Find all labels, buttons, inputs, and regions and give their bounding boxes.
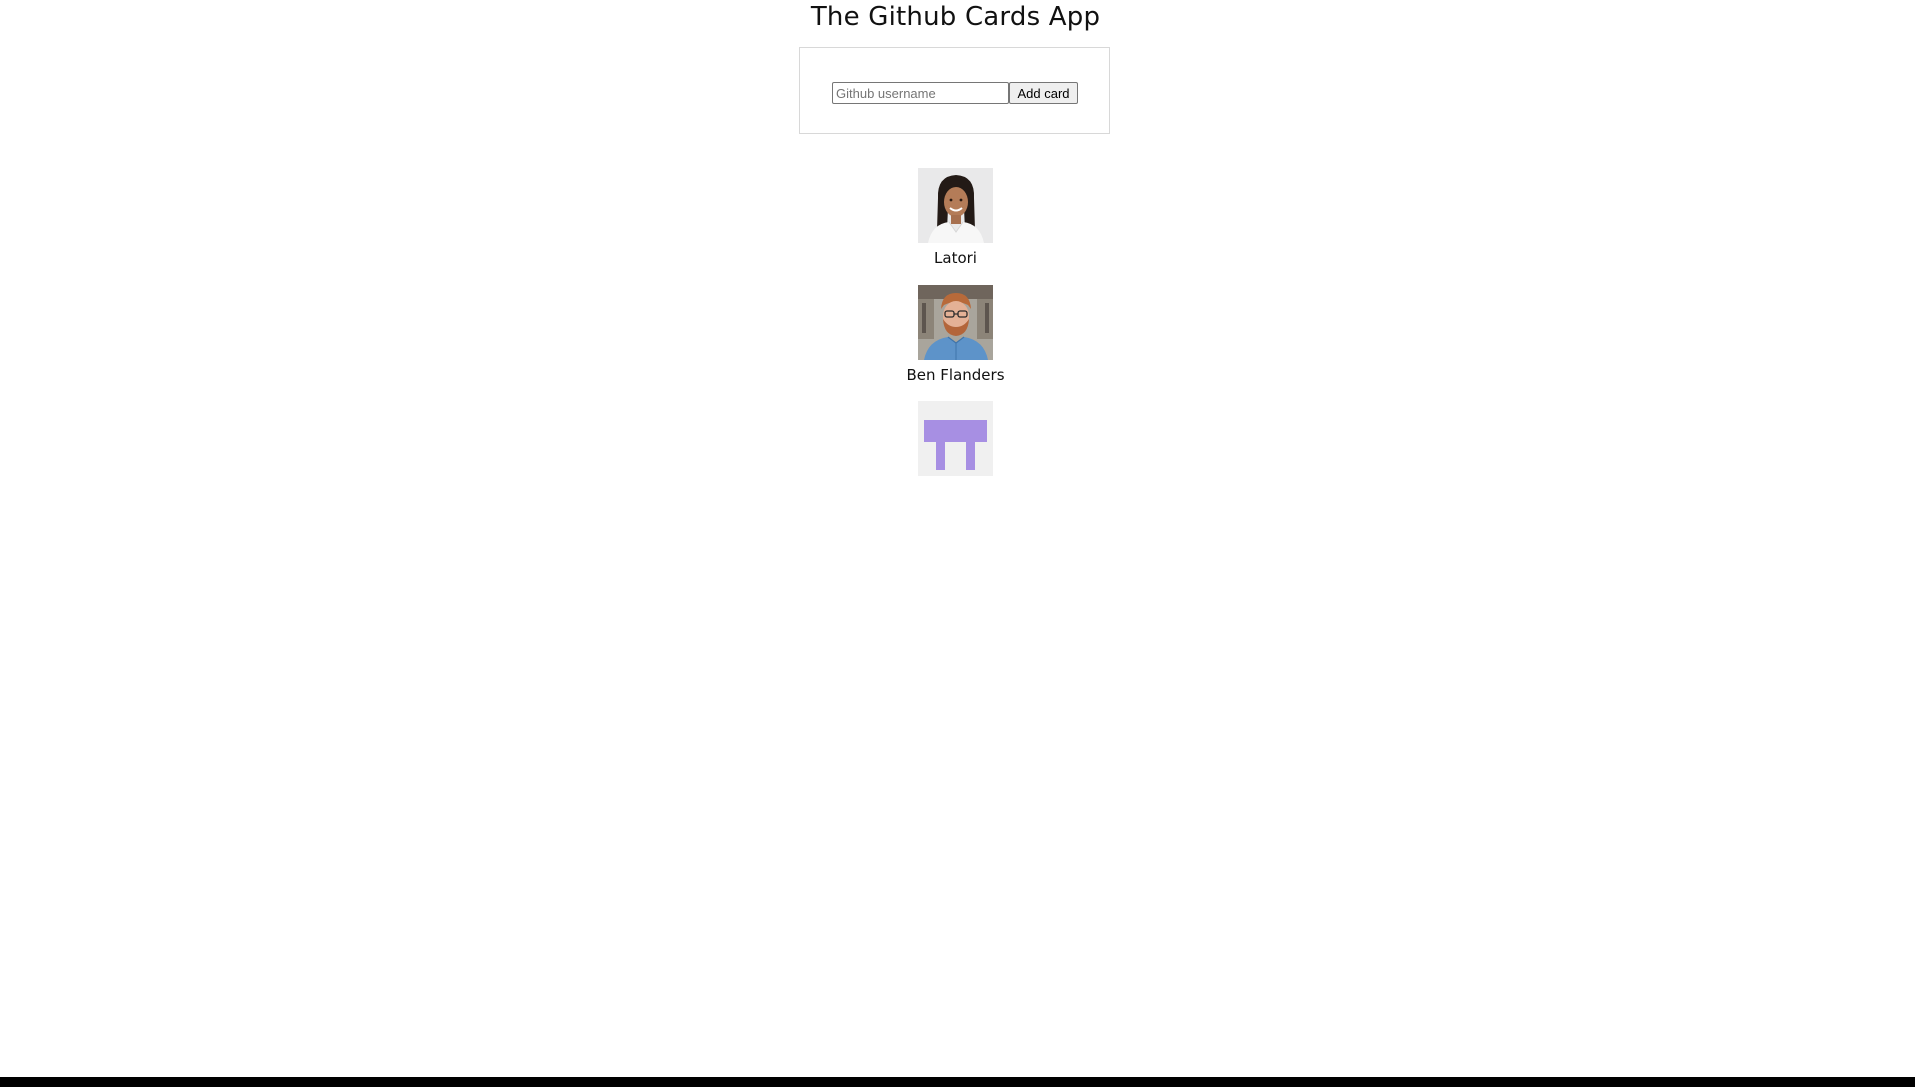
add-card-button[interactable]: Add card xyxy=(1009,82,1078,104)
identicon-block-right xyxy=(966,442,975,470)
github-username-input[interactable] xyxy=(832,82,1009,104)
card-name: Ben Flanders xyxy=(906,366,1005,384)
github-card: Ben Flanders xyxy=(0,285,1911,384)
bottom-bar xyxy=(0,1077,1915,1087)
identicon-block-left xyxy=(936,442,945,470)
card-name: Latori xyxy=(934,249,977,267)
identicon-block-top xyxy=(924,420,987,442)
avatar-ben-flanders xyxy=(918,285,993,360)
page: The Github Cards App Add card xyxy=(0,0,1915,1087)
github-card: Latori xyxy=(0,168,1911,267)
github-card xyxy=(0,401,1911,476)
avatar-identicon xyxy=(918,401,993,476)
avatar-latori xyxy=(918,168,993,243)
add-card-form: Add card xyxy=(799,47,1110,134)
page-title: The Github Cards App xyxy=(810,2,1101,32)
